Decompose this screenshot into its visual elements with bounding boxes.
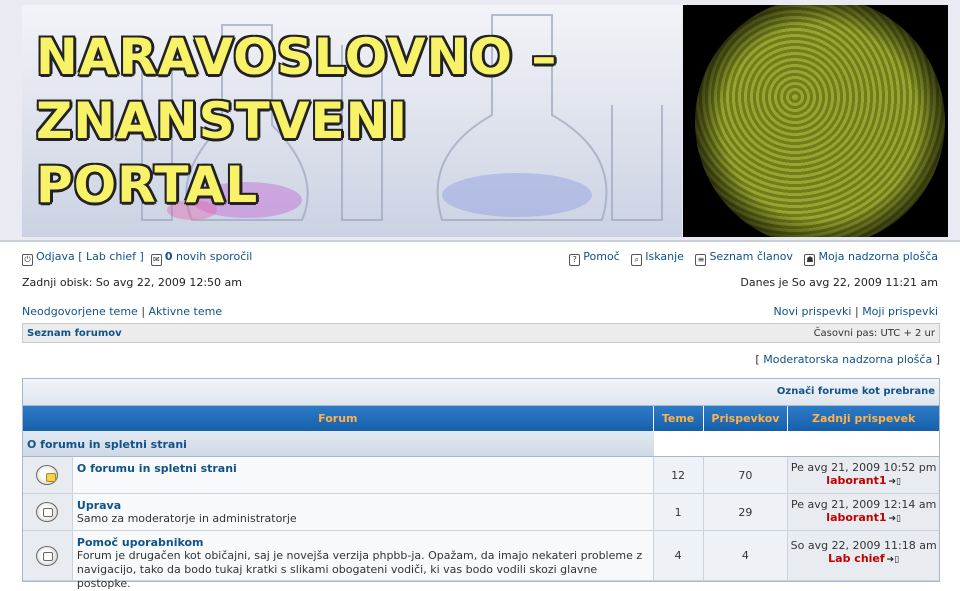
- members-list-icon: ≡: [695, 254, 707, 266]
- forum-last-post: Pe avg 21, 2009 12:14 am laborant1 ➔▯: [788, 494, 939, 530]
- goto-last-post-icon[interactable]: ➔▯: [889, 477, 902, 487]
- forum-name-link[interactable]: Uprava: [77, 499, 121, 512]
- help-icon: ?: [569, 254, 581, 266]
- goto-last-post-icon[interactable]: ➔▯: [889, 514, 902, 524]
- forum-row: Pomoč uporabnikom Forum je drugačen kot …: [23, 531, 939, 590]
- forum-table-header: Forum Teme Prispevkov Zadnji prispevek: [23, 406, 939, 431]
- site-banner: NARAVOSLOVNO – ZNANSTVENI PORTAL: [0, 0, 960, 242]
- banner-microscope-image: [683, 5, 948, 237]
- quick-links-right: Novi prispevki | Moji prispevki: [773, 305, 938, 318]
- search-icon: ⌕: [631, 254, 643, 266]
- user-nav: ⏻ Odjava [ Lab chief ] ✉ 0 novih sporočil: [22, 250, 252, 266]
- moderator-panel: [ Moderatorska nadzorna plošča ]: [755, 353, 940, 366]
- microscope-view: [695, 5, 945, 237]
- header-last-post: Zadnji prispevek: [811, 412, 916, 425]
- new-messages-label: novih sporočil: [176, 250, 253, 263]
- user-control-panel-icon: ☗: [804, 254, 816, 266]
- forum-last-post: Pe avg 21, 2009 10:52 pm laborant1 ➔▯: [788, 457, 939, 493]
- banner-divider: [0, 240, 960, 242]
- timezone-text: Časovni pas: UTC + 2 ur: [813, 328, 935, 339]
- forum-topics-count: 12: [653, 457, 704, 493]
- last-post-user-link[interactable]: Lab chief: [828, 552, 885, 565]
- forum-last-post: So avg 22, 2009 11:18 am Lab chief ➔▯: [788, 531, 939, 580]
- mark-forums-read-link[interactable]: Označi forume kot prebrane: [777, 386, 935, 397]
- forum-topics-count: 4: [653, 531, 704, 580]
- forum-posts-count: 29: [703, 494, 789, 530]
- help-link[interactable]: Pomoč: [583, 250, 619, 263]
- search-link[interactable]: Iskanje: [645, 250, 684, 263]
- logout-icon: ⏻: [22, 254, 33, 266]
- forum-posts-count: 4: [703, 531, 789, 580]
- new-messages-link[interactable]: 0 novih sporočil: [165, 250, 253, 263]
- breadcrumb-forum-index[interactable]: Seznam forumov: [27, 328, 122, 339]
- site-title: NARAVOSLOVNO – ZNANSTVENI PORTAL: [36, 25, 676, 217]
- my-posts-link[interactable]: Moji prispevki: [862, 305, 938, 318]
- moderator-panel-link[interactable]: Moderatorska nadzorna plošča: [763, 353, 932, 366]
- forum-description: Forum je drugačen kot običajni, saj je n…: [76, 549, 643, 590]
- ucp-link[interactable]: Moja nadzorna plošča: [818, 250, 938, 263]
- breadcrumb: Seznam forumov Časovni pas: UTC + 2 ur: [22, 323, 940, 343]
- new-messages-count: 0: [164, 250, 173, 263]
- logout-link[interactable]: Odjava [ Lab chief ]: [36, 250, 144, 263]
- logout-label: Odjava: [36, 250, 75, 263]
- quick-links-left: Neodgovorjene teme | Aktivne teme: [22, 305, 223, 318]
- header-posts: Prispevkov: [704, 406, 789, 431]
- mark-read-row: Označi forume kot prebrane: [23, 379, 939, 406]
- last-visit-text: Zadnji obisk: So avg 22, 2009 12:50 am: [22, 276, 242, 289]
- forum-row: Uprava Samo za moderatorje in administra…: [23, 494, 939, 531]
- category-link[interactable]: O forumu in spletni strani: [23, 431, 655, 456]
- unanswered-topics-link[interactable]: Neodgovorjene teme: [22, 305, 138, 318]
- category-row: O forumu in spletni strani: [23, 431, 939, 457]
- new-posts-link[interactable]: Novi prispevki: [773, 305, 851, 318]
- forum-row: O forumu in spletni strani 12 70 Pe avg …: [23, 457, 939, 494]
- last-post-user-link[interactable]: laborant1: [826, 511, 886, 524]
- active-topics-link[interactable]: Aktivne teme: [149, 305, 223, 318]
- forum-read-icon: [36, 545, 59, 566]
- site-title-line-3: PORTAL: [36, 156, 259, 214]
- site-title-line-2: ZNANSTVENI: [36, 92, 409, 150]
- private-message-icon: ✉: [150, 254, 162, 266]
- forum-topics-count: 1: [653, 494, 704, 530]
- last-post-date: So avg 22, 2009 11:18 am: [790, 539, 937, 552]
- current-username: [ Lab chief ]: [78, 250, 144, 263]
- main-nav: ? Pomoč ⌕ Iskanje ≡ Seznam članov ☗ Moja nad…: [561, 250, 938, 266]
- header-forum: Forum: [23, 406, 654, 431]
- banner-lab-image: NARAVOSLOVNO – ZNANSTVENI PORTAL: [22, 5, 682, 237]
- site-title-line-1: NARAVOSLOVNO –: [36, 28, 558, 86]
- forum-description: Samo za moderatorje in administratorje: [76, 512, 297, 525]
- forum-name-link[interactable]: Pomoč uporabnikom: [77, 536, 204, 549]
- current-date-text: Danes je So avg 22, 2009 11:21 am: [740, 276, 938, 289]
- goto-last-post-icon[interactable]: ➔▯: [887, 555, 900, 565]
- forum-name-link[interactable]: O forumu in spletni strani: [77, 462, 237, 475]
- forum-read-folder-icon: [36, 465, 59, 485]
- last-post-user-link[interactable]: laborant1: [826, 474, 886, 487]
- forum-posts-count: 70: [703, 457, 789, 493]
- last-post-date: Pe avg 21, 2009 12:14 am: [790, 498, 937, 511]
- forum-read-icon: [36, 502, 59, 522]
- header-topics: Teme: [654, 406, 704, 431]
- members-link[interactable]: Seznam članov: [709, 250, 793, 263]
- forum-table: Označi forume kot prebrane Forum Teme Pr…: [22, 378, 940, 590]
- last-post-date: Pe avg 21, 2009 10:52 pm: [790, 461, 937, 474]
